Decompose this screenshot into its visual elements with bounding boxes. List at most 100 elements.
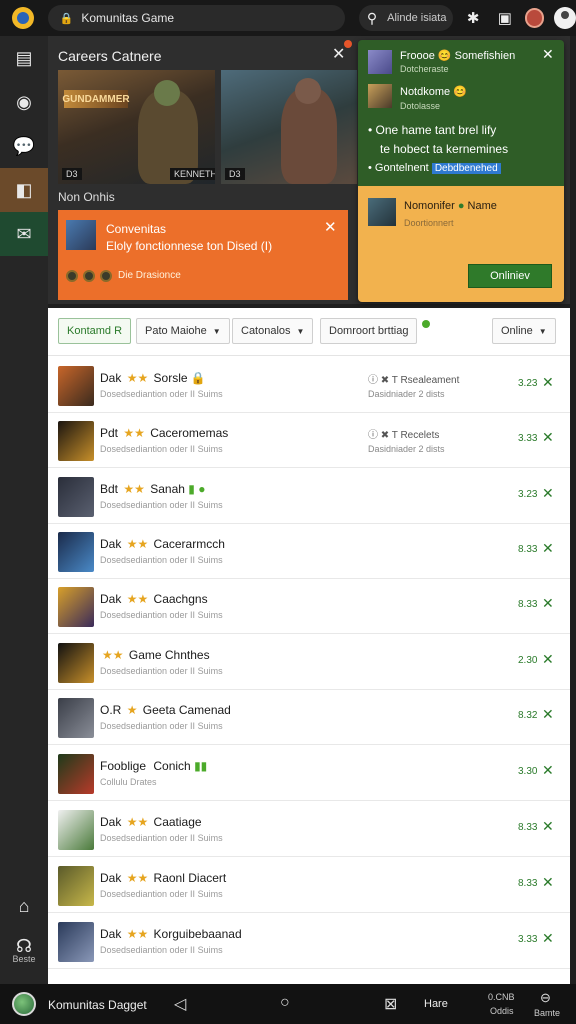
list-item[interactable]: Dak ★★ Sorsle 🔒 Dosedsediantion oder II S… <box>48 358 570 413</box>
reading-list-icon[interactable]: ▣ <box>493 6 517 30</box>
dismiss-icon[interactable]: ✕ <box>542 429 554 446</box>
dismiss-icon[interactable]: ✕ <box>542 651 554 668</box>
online-label: Non Onhis <box>58 190 115 204</box>
timestamp: 3.23 <box>518 489 538 500</box>
back-icon[interactable]: ◁ <box>174 994 186 1014</box>
dismiss-icon[interactable]: ✕ <box>542 818 554 835</box>
rating-stars: ★★ <box>126 537 149 551</box>
browser-topbar: 🔒 Komunitas Game ⚲ Alinde isiata ✱ ▣ <box>0 0 576 36</box>
list-item[interactable]: Dak ★★ Cacerarmcch Dosedsediantion oder … <box>48 524 570 579</box>
search-icon: ⚲ <box>366 9 378 26</box>
settings-icon[interactable]: ⊖ <box>540 990 551 1006</box>
address-bar[interactable]: 🔒 Komunitas Game <box>47 5 345 31</box>
promo-avatars <box>66 270 112 282</box>
chat-icon[interactable]: 💬 <box>0 124 48 168</box>
extensions-icon[interactable]: ✱ <box>461 6 485 30</box>
notification-sub: Dotolasse <box>400 101 441 111</box>
list-item[interactable]: Dak ★★ Caatiage Dosedsediantion oder II … <box>48 802 570 857</box>
promo-card[interactable]: Convenitas Eloly fonctionnese ton Dised … <box>58 210 348 300</box>
user-avatar[interactable] <box>12 992 36 1016</box>
list-item[interactable]: Dak ★★ Caachgns Dosedsediantion oder II … <box>48 579 570 634</box>
account-icon[interactable] <box>554 7 576 29</box>
profile-icon[interactable]: ◉ <box>0 80 48 124</box>
timestamp: 3.33 <box>518 934 538 945</box>
app-logo-icon[interactable] <box>12 7 34 29</box>
chevron-down-icon: ▼ <box>538 326 547 336</box>
dismiss-icon[interactable]: ✕ <box>542 540 554 557</box>
lock-icon: 🔒 <box>59 12 74 25</box>
hero-image-1[interactable]: GUNDAMMER D3 KENNETH <box>58 70 215 184</box>
game-meta-sub: Dasidniader 2 dists <box>368 389 445 399</box>
notification-link[interactable]: Debdbenehed <box>431 163 501 174</box>
promo-text: Eloly fonctionnese ton Dised (I) <box>106 239 273 253</box>
notification-card: Nomonifer ● Name Doortionnert Onliniev <box>358 186 564 302</box>
game-subtitle: Dosedsediantion oder II Suims <box>100 889 223 899</box>
chevron-down-icon: ▼ <box>296 326 305 336</box>
game-meta-sub: Dasidniader 2 dists <box>368 444 445 454</box>
game-meta: ⓘ ✖ T Recelets <box>368 430 440 441</box>
dismiss-icon[interactable]: ✕ <box>542 374 554 391</box>
close-icon[interactable]: ✕ <box>332 44 345 64</box>
dismiss-icon[interactable]: ✕ <box>542 595 554 612</box>
search-bar[interactable]: ⚲ Alinde isiata <box>358 5 454 31</box>
status-badge: ▮ ● <box>188 482 206 496</box>
notification-sub: Dotcheraste <box>400 64 449 74</box>
list-item[interactable]: O.R ★ Geeta Camenad Dosedsediantion oder… <box>48 690 570 745</box>
list-item[interactable]: Bdt ★★ Sanah ▮ ● Dosedsediantion oder II … <box>48 469 570 524</box>
game-title: Dak ★★ Raonl Diacert <box>100 871 227 885</box>
notification-title[interactable]: Froooe 😊 Somefishien <box>400 49 515 62</box>
dismiss-icon[interactable]: ✕ <box>542 930 554 947</box>
list-item[interactable]: Dak ★★ Raonl Diacert Dosedsediantion ode… <box>48 858 570 913</box>
dismiss-icon[interactable]: ✕ <box>542 874 554 891</box>
dismiss-icon[interactable]: ✕ <box>542 485 554 502</box>
game-thumbnail <box>58 810 94 850</box>
online-button[interactable]: Onliniev <box>468 264 552 288</box>
home-circle-icon[interactable]: ○ <box>280 994 290 1012</box>
dismiss-icon[interactable]: ✕ <box>542 762 554 779</box>
game-subtitle: Dosedsediantion oder II Suims <box>100 945 223 955</box>
game-title: Pdt ★★ Caceromemas <box>100 426 229 440</box>
home-icon[interactable]: ⌂ <box>0 884 48 928</box>
list-item[interactable]: Fooblige Conich ▮▮ Collulu Drates 3.30 ✕ <box>48 746 570 801</box>
news-icon[interactable]: ▤ <box>0 36 48 80</box>
nav-text-hare[interactable]: Hare <box>424 998 448 1010</box>
inbox-icon[interactable]: ✉ <box>0 212 48 256</box>
close-icon[interactable]: ✕ <box>542 46 554 63</box>
nav-text-cnb: 0.CNB <box>488 992 515 1002</box>
game-title: Dak ★★ Caatiage <box>100 815 202 829</box>
nav-text-bamte: Bamte <box>534 1008 561 1018</box>
filter-chip-catonalos[interactable]: Catonalos ▼ <box>232 318 314 344</box>
game-subtitle: Dosedsediantion oder II Suims <box>100 666 223 676</box>
bullet-text: • Gontelnent Debdbenehed <box>368 162 501 174</box>
filter-chip-pato[interactable]: Pato Maiohe ▼ <box>136 318 230 344</box>
game-title: Bdt ★★ Sanah ▮ ● <box>100 482 206 496</box>
card-sub: Doortionnert <box>404 218 454 228</box>
game-subtitle: Dosedsediantion oder II Suims <box>100 833 223 843</box>
library-icon[interactable]: ◧ <box>0 168 48 212</box>
send-icon[interactable]: ⊠ <box>384 994 397 1014</box>
dismiss-icon[interactable]: ✕ <box>542 706 554 723</box>
profile-avatar[interactable] <box>524 8 545 28</box>
hero-image-2[interactable]: D3 <box>221 70 357 184</box>
list-item[interactable]: ★★ Game Chnthes Dosedsediantion oder II … <box>48 635 570 690</box>
game-thumbnail <box>58 477 94 517</box>
list-item[interactable]: Pdt ★★ Caceromemas Dosedsediantion oder … <box>48 413 570 468</box>
filter-chip-domroort[interactable]: Domroort brttiag <box>320 318 418 344</box>
close-icon[interactable]: ✕ <box>324 218 337 236</box>
status-dot <box>422 320 430 328</box>
timestamp: 3.30 <box>518 766 538 777</box>
filter-chip-kontamd[interactable]: Kontamd R <box>58 318 132 344</box>
hero-banner: GUNDAMMER <box>62 90 130 108</box>
hero-tag: D3 <box>225 168 245 180</box>
filter-chip-online[interactable]: Online ▼ <box>492 318 556 344</box>
promo-footer: Die Drasionce <box>118 270 181 281</box>
card-thumbnail <box>368 198 396 226</box>
list-item[interactable]: Dak ★★ Korguibebaanad Dosedsediantion od… <box>48 914 570 969</box>
address-text: Komunitas Game <box>81 11 175 25</box>
game-thumbnail <box>58 366 94 406</box>
rating-stars: ★★ <box>126 371 149 385</box>
game-title: Fooblige Conich ▮▮ <box>100 759 208 773</box>
notification-title[interactable]: Notdkome 😊 <box>400 85 467 98</box>
search-text: Alinde isiata <box>387 12 447 24</box>
game-thumbnail <box>58 421 94 461</box>
